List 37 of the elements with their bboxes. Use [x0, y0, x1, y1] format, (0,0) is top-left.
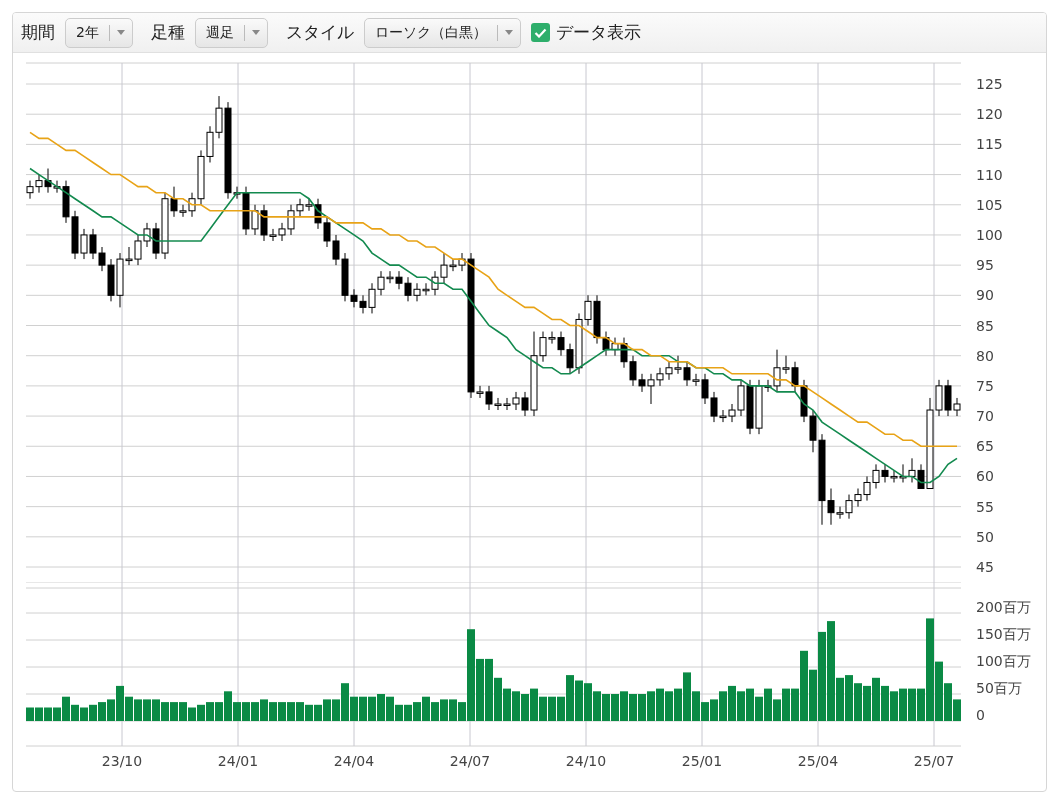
- dropdown[interactable]: ローソク（白黒）: [363, 17, 521, 48]
- axis-label: 120: [976, 106, 1003, 123]
- axis-label: 115: [976, 136, 1003, 153]
- axis-label: 100百万: [976, 653, 1031, 669]
- axis-label: 25/04: [797, 753, 839, 769]
- axis-label: 95: [976, 257, 994, 274]
- axis-label: 24/10: [565, 753, 607, 769]
- axis-label: 150百万: [976, 626, 1031, 642]
- axis-label: 25/07: [913, 753, 955, 769]
- axis-label: 50百万: [976, 680, 1022, 696]
- axis-label: 25/01: [681, 753, 723, 769]
- axis-label: 60: [976, 468, 994, 485]
- axis-label: 200百万: [976, 599, 1031, 615]
- axis-label: 50: [976, 528, 994, 545]
- field-label: 足種: [150, 21, 185, 44]
- axis-label: 24/07: [449, 753, 491, 769]
- axis-label: 105: [976, 196, 1003, 213]
- axis-label: 70: [976, 408, 994, 425]
- axis-label: 90: [976, 287, 994, 304]
- axis-label: 55: [976, 498, 994, 515]
- axis-label: 85: [976, 317, 994, 334]
- dropdown[interactable]: 週足: [194, 17, 268, 48]
- axis-label: 45: [976, 559, 994, 575]
- axis-label: 24/04: [333, 753, 375, 769]
- axis-label: 110: [976, 166, 1003, 183]
- axis-label: 23/10: [101, 753, 143, 769]
- field-label: 期間: [21, 21, 55, 44]
- axis-label: 65: [976, 438, 994, 455]
- axis-label: 24/01: [217, 753, 259, 769]
- axis-label: 80: [976, 347, 994, 364]
- field-label: スタイル: [285, 21, 354, 44]
- checkbox[interactable]: データ表示: [530, 21, 641, 44]
- dropdown[interactable]: 2年: [65, 17, 133, 48]
- axis-label: 125: [976, 76, 1003, 92]
- axis-label: 100: [976, 226, 1003, 243]
- axis-label: 75: [976, 377, 994, 394]
- axis-label: 0: [976, 707, 985, 723]
